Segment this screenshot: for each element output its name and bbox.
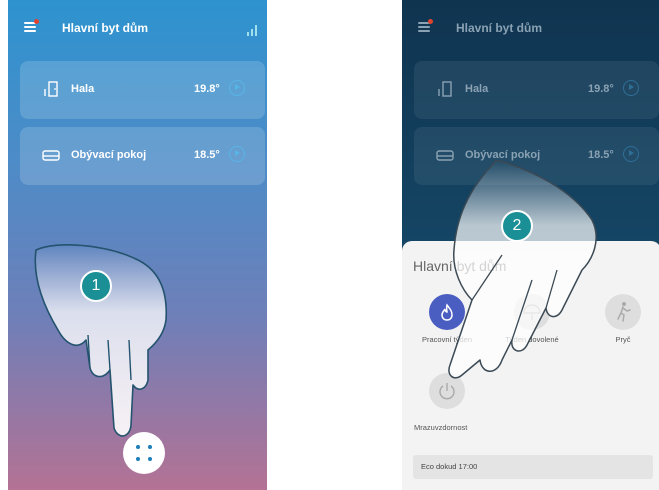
room-name: Obývací pokoj xyxy=(71,149,147,161)
step-badge: 1 xyxy=(80,270,112,302)
app-title: Hlavní byt dům xyxy=(62,21,149,35)
step-badge: 2 xyxy=(501,210,533,242)
phone-screen-home: Hlavní byt dům Hala 19.8° Obývací pokoj … xyxy=(8,0,267,490)
mode-label: Mrazuvzdornost xyxy=(414,423,468,432)
room-card-hala[interactable]: Hala 19.8° xyxy=(20,61,265,119)
menu-icon[interactable] xyxy=(24,19,39,32)
sofa-icon xyxy=(42,150,60,161)
play-icon[interactable] xyxy=(229,80,245,96)
top-bar: Hlavní byt dům xyxy=(8,0,267,54)
room-name: Hala xyxy=(465,83,489,95)
door-icon xyxy=(44,81,58,97)
app-title: Hlavní byt dům xyxy=(456,21,543,35)
room-card-obyvaci-pokoj[interactable]: Obývací pokoj 18.5° xyxy=(20,127,265,185)
play-icon[interactable] xyxy=(623,146,639,162)
hand-pointer-illustration xyxy=(448,160,597,379)
top-bar: Hlavní byt dům xyxy=(402,0,659,54)
notification-dot xyxy=(34,19,39,24)
eco-status-text: Eco dokud 17:00 xyxy=(421,462,478,471)
door-icon xyxy=(438,81,452,97)
room-card-hala[interactable]: Hala 19.8° xyxy=(414,61,659,119)
phone-screen-modes: Hlavní byt dům Hala 19.8° Obývací pokoj … xyxy=(402,0,659,490)
eco-status-bar[interactable]: Eco dokud 17:00 xyxy=(413,455,653,479)
room-temperature: 19.8° xyxy=(588,83,614,95)
signal-icon xyxy=(247,24,259,36)
room-temperature: 18.5° xyxy=(194,149,220,161)
modes-button[interactable] xyxy=(123,432,165,474)
play-icon[interactable] xyxy=(623,80,639,96)
play-icon[interactable] xyxy=(229,146,245,162)
room-temperature: 19.8° xyxy=(194,83,220,95)
room-name: Hala xyxy=(71,83,95,95)
notification-dot xyxy=(428,19,433,24)
menu-icon[interactable] xyxy=(418,19,433,32)
